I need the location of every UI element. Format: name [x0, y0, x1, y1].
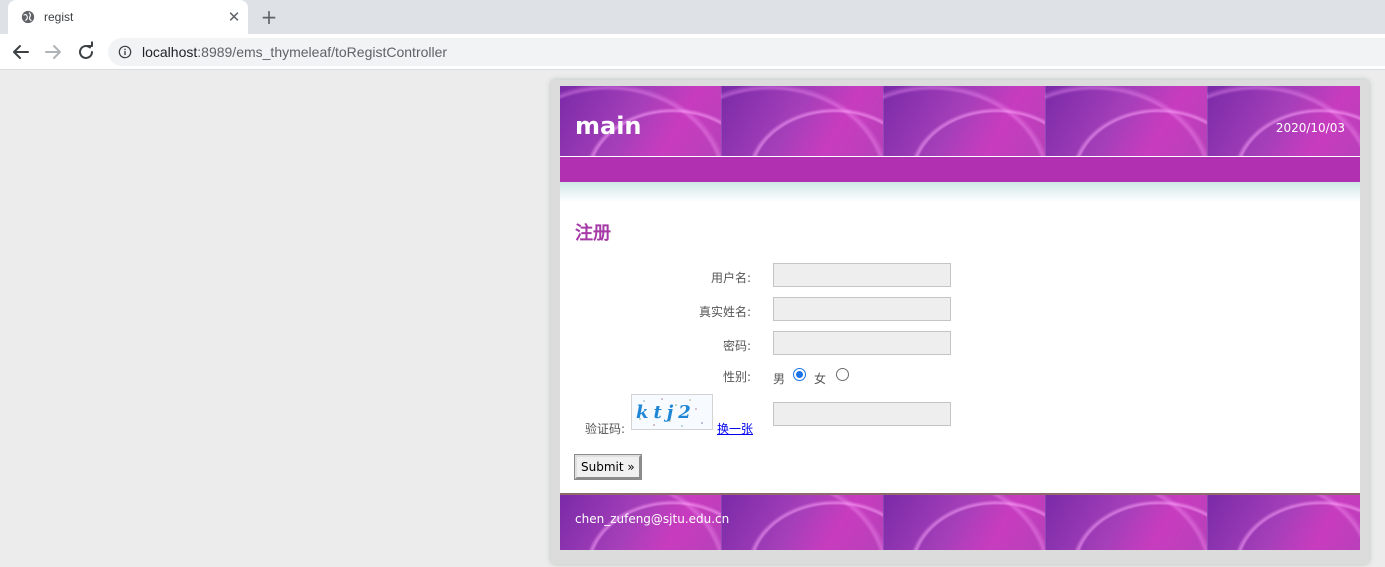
site-logo: main: [575, 112, 642, 140]
captcha-input[interactable]: [773, 402, 951, 426]
gender-male-radio[interactable]: [793, 368, 806, 381]
gender-female-label: 女: [814, 372, 827, 386]
footer-tile: [884, 495, 1046, 550]
forward-arrow-icon[interactable]: [41, 40, 65, 64]
password-label: 密码:: [723, 339, 752, 353]
info-icon[interactable]: [118, 45, 132, 59]
browser-tab[interactable]: regist ✕: [8, 0, 248, 34]
footer-tile: [1208, 495, 1360, 550]
captcha-image[interactable]: ktj2: [631, 394, 713, 430]
banner-tile: [1046, 86, 1208, 156]
header-date: 2020/10/03: [1275, 121, 1345, 135]
change-captcha-link[interactable]: 换一张: [717, 420, 753, 437]
url-text: localhost:8989/ems_thymeleaf/toRegistCon…: [142, 44, 447, 60]
gender-label: 性别:: [723, 370, 752, 384]
footer-tile: [722, 495, 884, 550]
url-path: :8989/ems_thymeleaf/toRegistController: [197, 44, 448, 60]
nav-divider: [560, 182, 1360, 202]
tab-title: regist: [44, 10, 74, 24]
banner-tile: [884, 86, 1046, 156]
captcha-text: ktj2: [636, 402, 696, 423]
username-input[interactable]: [773, 263, 951, 287]
url-host: localhost: [142, 44, 198, 60]
footer-tile: [1046, 495, 1208, 550]
gender-male-label: 男: [773, 372, 786, 386]
nav-bar: [560, 157, 1360, 182]
submit-button[interactable]: Submit »: [574, 454, 642, 480]
globe-icon: [21, 10, 35, 24]
browser-toolbar: localhost:8989/ems_thymeleaf/toRegistCon…: [0, 34, 1385, 70]
page-title: 注册: [575, 223, 611, 244]
realname-input[interactable]: [773, 297, 951, 321]
plus-icon[interactable]: +: [258, 7, 280, 29]
captcha-label: 验证码:: [585, 422, 626, 436]
reload-icon[interactable]: [74, 40, 98, 64]
username-label: 用户名:: [711, 271, 752, 285]
gender-female-radio[interactable]: [836, 368, 849, 381]
page-container: main 2020/10/03 注册 用户名: 真实姓名: 密码: 性别: 男 …: [560, 86, 1360, 550]
browser-tabstrip: regist ✕ +: [0, 0, 1385, 34]
realname-label: 真实姓名:: [699, 305, 752, 319]
password-input[interactable]: [773, 331, 951, 355]
footer-email: chen_zufeng@sjtu.edu.cn: [575, 512, 730, 526]
header-banner: main 2020/10/03: [560, 86, 1360, 156]
close-icon[interactable]: ✕: [226, 9, 242, 25]
back-arrow-icon[interactable]: [9, 40, 33, 64]
address-bar[interactable]: localhost:8989/ems_thymeleaf/toRegistCon…: [108, 38, 1385, 66]
banner-tile: [722, 86, 884, 156]
footer: chen_zufeng@sjtu.edu.cn: [560, 493, 1360, 550]
